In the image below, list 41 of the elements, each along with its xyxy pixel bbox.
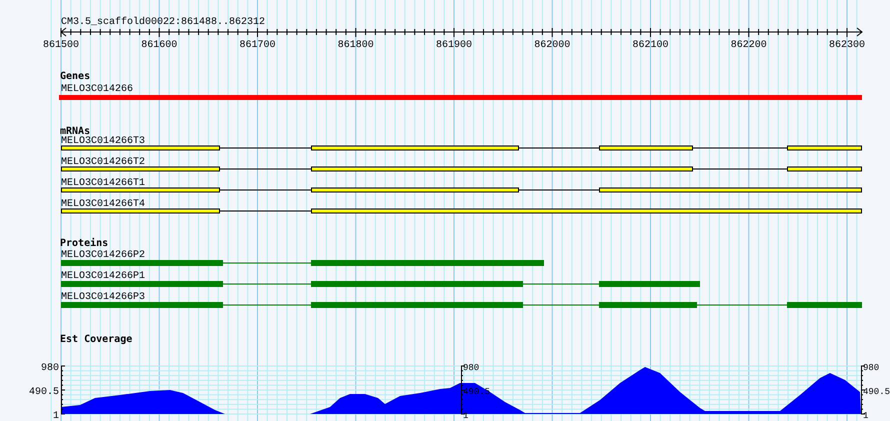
scale-label: 861800 <box>338 40 374 51</box>
transcript-glyph[interactable] <box>61 188 862 192</box>
protein-glyph[interactable] <box>61 281 700 287</box>
axis-label: 490.5 <box>863 387 890 397</box>
protein-glyph[interactable] <box>61 302 862 308</box>
track-title: Proteins <box>60 238 108 249</box>
scale-label: 861600 <box>141 40 178 51</box>
feature-label: MELO3C014266 <box>61 84 134 95</box>
axis-label: 980 <box>863 363 880 373</box>
scale-label: 861900 <box>436 40 472 51</box>
scale-label: 861500 <box>43 40 79 51</box>
axis-label: 1 <box>52 411 59 421</box>
axis-label: 980 <box>463 363 480 373</box>
y-axis <box>861 366 865 414</box>
axis-label: 1 <box>863 411 868 421</box>
scale-label: 862200 <box>730 40 767 51</box>
ruler-title: CM3.5_scaffold00022:861488..862312 <box>61 17 266 28</box>
scale-label: 861700 <box>240 40 276 51</box>
transcript-glyph[interactable] <box>61 146 862 150</box>
scale-label: 862300 <box>829 40 865 51</box>
axis-label: 980 <box>40 363 59 374</box>
protein-glyph[interactable] <box>61 260 544 266</box>
feature-label: MELO3C014266T2 <box>61 157 146 168</box>
feature-label: MELO3C014266T4 <box>61 199 146 210</box>
feature-label: MELO3C014266T3 <box>61 136 146 147</box>
track-title: Est Coverage <box>60 334 132 345</box>
feature-label: MELO3C014266P2 <box>61 250 146 261</box>
transcript-glyph[interactable] <box>61 208 862 214</box>
axis-label: 490.5 <box>463 387 490 397</box>
feature-label: MELO3C014266P1 <box>61 271 146 282</box>
y-axis <box>461 366 465 414</box>
feature-label: MELO3C014266T1 <box>61 178 146 189</box>
track-title: Genes <box>60 71 90 82</box>
axis-label: 1 <box>463 411 468 421</box>
feature-label: MELO3C014266P3 <box>61 292 146 303</box>
scale-label: 862000 <box>534 40 570 51</box>
y-axis <box>61 366 65 414</box>
track-title: mRNAs <box>60 126 90 137</box>
axis-label: 490.5 <box>28 387 59 398</box>
scale-label: 862100 <box>632 40 668 51</box>
transcript-glyph[interactable] <box>61 166 862 172</box>
